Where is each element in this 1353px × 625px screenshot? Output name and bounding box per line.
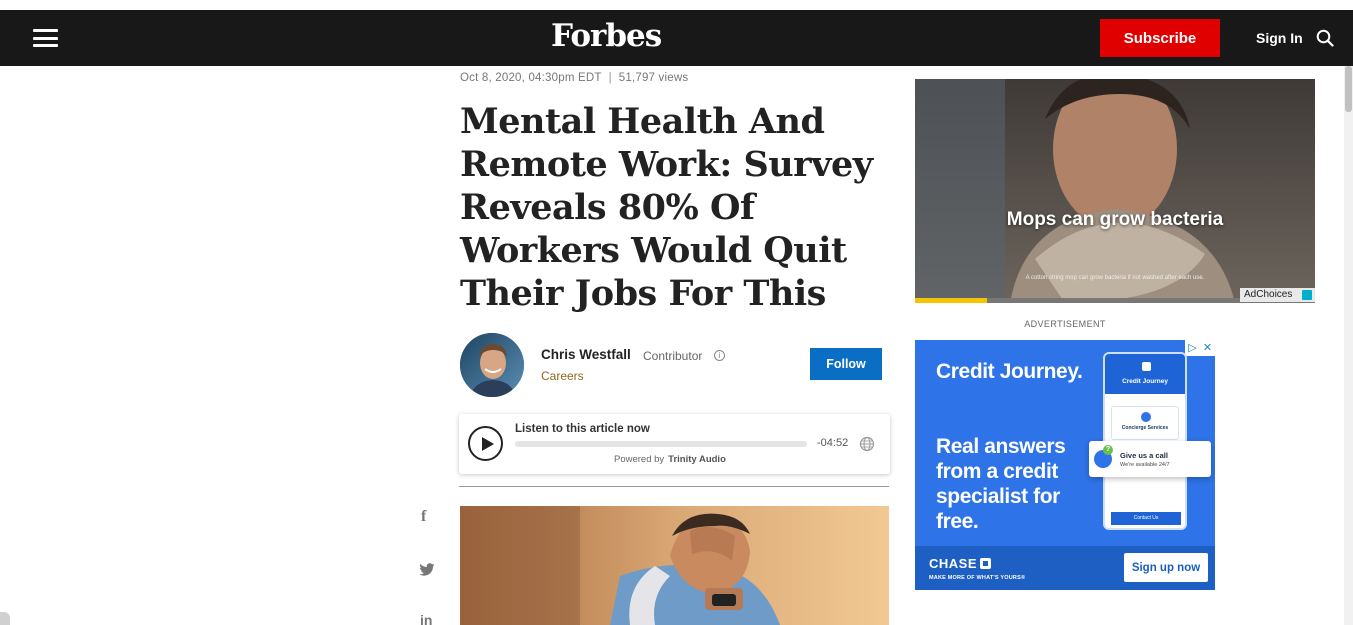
twitter-share-icon[interactable]	[419, 563, 435, 577]
left-edge-tab	[0, 612, 10, 625]
chase-brand: CHASE	[929, 556, 978, 571]
article-headline: Mental Health And Remote Work: Survey Re…	[460, 101, 873, 314]
chase-ad-title: Credit Journey.	[936, 360, 1083, 383]
phone-contact-button: Contact Us	[1111, 512, 1181, 525]
chase-ad-body: Real answers from a credit specialist fo…	[936, 435, 1066, 533]
top-strip	[0, 0, 1353, 10]
adchoices-label: AdChoices	[1244, 289, 1293, 300]
scrollbar-thumb[interactable]	[1345, 66, 1352, 112]
phone-card-icon	[1141, 412, 1151, 422]
chase-octagon-icon	[980, 558, 992, 569]
author-avatar[interactable]	[460, 333, 524, 397]
powered-by-label: Powered by	[614, 454, 665, 465]
publish-date: Oct 8, 2020, 04:30pm EDT	[460, 72, 602, 84]
author-name[interactable]: Chris Westfall	[541, 347, 631, 362]
article-divider	[459, 486, 889, 487]
linkedin-share-icon[interactable]: in	[420, 612, 432, 625]
audio-provider[interactable]: Trinity Audio	[668, 454, 726, 465]
sign-in-link[interactable]: Sign In	[1256, 30, 1303, 46]
chase-ad[interactable]: ▷ ✕ Credit Journey. Real answers from a …	[915, 340, 1215, 590]
dateline-separator: |	[608, 72, 612, 84]
audio-duration: -04:52	[817, 437, 849, 449]
video-ad-progress-fill	[915, 298, 987, 303]
callout-title: Give us a call	[1120, 451, 1168, 460]
powered-by-text: Powered by Trinity Audio	[614, 454, 726, 465]
phone-card-label: Concierge Services	[1121, 425, 1169, 431]
follow-button[interactable]: Follow	[810, 348, 882, 380]
sign-up-button[interactable]: Sign up now	[1124, 553, 1208, 582]
video-ad-caption: Mops can grow bacteria	[1006, 209, 1224, 230]
globe-icon[interactable]	[859, 436, 875, 452]
menu-icon[interactable]	[33, 29, 58, 47]
facebook-share-icon[interactable]: f	[421, 508, 426, 526]
adchoices-triangle-icon[interactable]: ▷	[1185, 340, 1200, 356]
adchoices-icon	[1302, 290, 1312, 300]
article-hero-image	[460, 506, 889, 625]
call-callout: ? Give us a call We're available 24/7	[1089, 441, 1211, 477]
ad-close-icon[interactable]: ✕	[1200, 340, 1215, 356]
audio-title: Listen to this article now	[515, 423, 650, 435]
info-icon[interactable]: i	[714, 350, 725, 361]
ad-close-controls[interactable]: ▷ ✕	[1185, 340, 1215, 356]
search-icon[interactable]	[1316, 29, 1334, 47]
phone-card: Concierge Services	[1111, 406, 1179, 440]
audio-progress-bar[interactable]	[515, 441, 807, 447]
chase-logo: CHASE	[929, 556, 992, 571]
chase-tagline: MAKE MORE OF WHAT'S YOURS®	[929, 575, 1026, 581]
author-channel-link[interactable]: Careers	[541, 369, 584, 383]
page-scrollbar[interactable]	[1344, 66, 1353, 625]
view-count: 51,797 views	[618, 72, 689, 84]
question-icon: ?	[1103, 445, 1113, 455]
callout-subtitle: We're available 24/7	[1120, 462, 1170, 468]
audio-player: Listen to this article now -04:52 Powere…	[459, 414, 890, 474]
phone-chase-logo-icon	[1142, 362, 1151, 371]
play-icon[interactable]	[468, 426, 503, 461]
chase-footer: CHASE MAKE MORE OF WHAT'S YOURS® Sign up…	[915, 546, 1215, 590]
subscribe-button[interactable]: Subscribe	[1100, 19, 1220, 57]
author-role: Contributor	[643, 349, 703, 363]
video-ad-fine-print: A cotton string mop can grow bacteria if…	[1025, 275, 1205, 281]
advertisement-label: ADVERTISEMENT	[1024, 319, 1106, 329]
video-ad[interactable]: Mops can grow bacteria A cotton string m…	[915, 79, 1315, 303]
adchoices-badge[interactable]: AdChoices	[1240, 288, 1315, 302]
forbes-logo[interactable]: Forbes	[551, 18, 662, 54]
article-dateline: Oct 8, 2020, 04:30pm EDT | 51,797 views	[460, 72, 688, 84]
top-navbar: Forbes Subscribe Sign In	[0, 10, 1353, 66]
phone-header: Credit Journey	[1105, 354, 1185, 394]
